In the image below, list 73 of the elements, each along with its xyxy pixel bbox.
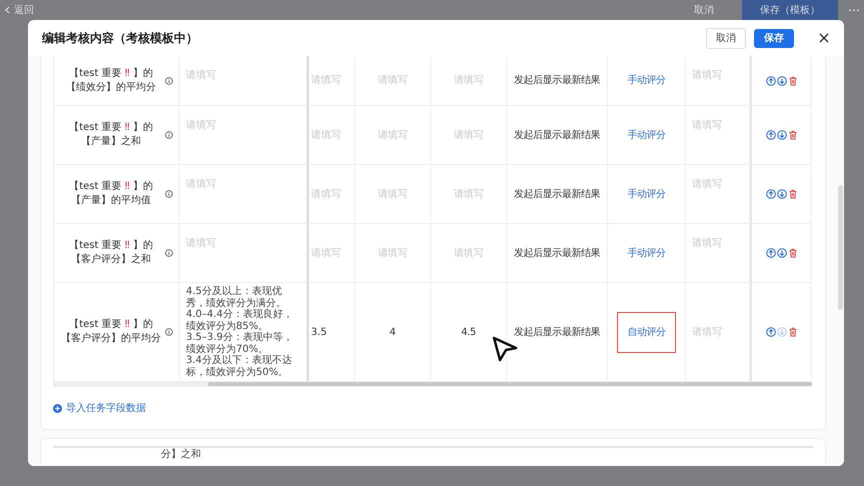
input-field[interactable]: 请填写	[692, 68, 722, 83]
save-button[interactable]: 保存	[754, 28, 794, 48]
item-name: 【test 重要 ‼ 】的【产量】的平均值	[68, 180, 154, 208]
table-cell-text: 3.5	[311, 326, 327, 340]
scoring-mode-link[interactable]: 手动评分	[617, 174, 676, 214]
input-field[interactable]: 请填写	[454, 246, 483, 260]
arrow-down-circle-icon[interactable]	[776, 130, 786, 140]
trash-icon[interactable]	[788, 327, 798, 337]
input-field[interactable]: 请填写	[186, 236, 216, 251]
chevron-left-icon	[4, 6, 12, 14]
input-field[interactable]: 请填写	[186, 118, 216, 133]
input-field[interactable]: 请填写	[311, 73, 341, 88]
back-link[interactable]: 返回	[4, 2, 34, 18]
table-cell-text: 发起后显示最新结果	[514, 128, 600, 142]
more-button[interactable]: ⋯	[848, 1, 860, 19]
info-icon[interactable]	[165, 131, 173, 139]
input-field[interactable]: 请填写	[454, 128, 483, 142]
table-cell-text: 发起后显示最新结果	[514, 246, 600, 260]
arrow-up-circle-icon[interactable]	[766, 248, 776, 258]
arrow-up-circle-icon[interactable]	[766, 76, 776, 86]
item-name: 【test 重要 ‼ 】的【产量】之和	[68, 121, 154, 149]
input-field[interactable]: 请填写	[378, 73, 407, 88]
input-field[interactable]: 请填写	[311, 246, 341, 260]
info-icon[interactable]	[165, 76, 173, 84]
table-cell-text: 发起后显示最新结果	[514, 74, 600, 88]
arrow-down-circle-icon[interactable]	[776, 248, 786, 258]
input-field[interactable]: 请填写	[692, 118, 722, 133]
input-field[interactable]: 请填写	[692, 177, 722, 192]
item-name: 【test 重要 ‼ 】的【客户评分】的平均分	[60, 318, 162, 346]
scoring-mode-link[interactable]: 手动评分	[617, 60, 676, 101]
info-icon[interactable]	[165, 249, 173, 257]
table-cell-text: 4	[390, 326, 396, 340]
trash-icon[interactable]	[788, 189, 798, 199]
input-field[interactable]: 请填写	[454, 186, 483, 202]
arrow-down-circle-icon[interactable]	[776, 76, 786, 86]
input-field[interactable]: 请填写	[378, 186, 407, 202]
close-button[interactable]	[818, 32, 830, 44]
table-cell-text: 发起后显示最新结果	[514, 326, 600, 340]
scoring-mode-link[interactable]: 手动评分	[617, 232, 676, 274]
dialog-title: 编辑考核内容（考核模板中）	[42, 30, 198, 47]
trash-icon[interactable]	[788, 76, 798, 86]
cancel-button[interactable]: 取消	[706, 28, 746, 48]
arrow-up-circle-icon[interactable]	[766, 327, 776, 337]
input-field[interactable]: 请填写	[186, 177, 216, 192]
trash-icon[interactable]	[788, 130, 798, 140]
trash-icon[interactable]	[788, 248, 798, 258]
arrow-up-circle-icon[interactable]	[766, 189, 776, 199]
save-template-button[interactable]: 保存（模板）	[742, 0, 838, 20]
scoring-standard-text: 4.5分及以上：表现优秀，绩效评分为满分。 4.0–4.4分：表现良好，绩效评分为85%。 3.5–3.9分：表现中等，绩效评分为70%。 3.4分及以下：表现不达标，绩效评分为50%。	[186, 286, 294, 378]
plus-circle-icon	[53, 404, 62, 413]
item-name: 【test 重要 ‼ 】的【绩效分】的平均分	[65, 66, 157, 94]
info-icon[interactable]	[165, 328, 173, 336]
input-field[interactable]: 请填写	[311, 128, 341, 142]
horizontal-scrollbar[interactable]	[53, 382, 812, 387]
input-field[interactable]: 请填写	[311, 186, 341, 202]
input-field[interactable]: 请填写	[186, 68, 216, 83]
import-link[interactable]: 导入任务字段数据	[53, 401, 825, 416]
scoring-mode-link[interactable]: 手动评分	[617, 114, 676, 156]
cancel-button[interactable]: 取消	[694, 2, 714, 18]
arrow-up-circle-icon[interactable]	[766, 130, 776, 140]
input-field[interactable]: 请填写	[692, 324, 722, 340]
table-cell-text: 发起后显示最新结果	[514, 188, 600, 202]
input-field[interactable]: 请填写	[378, 246, 407, 260]
input-field[interactable]: 请填写	[692, 236, 722, 251]
input-field[interactable]: 请填写	[378, 128, 407, 142]
highlighted-link[interactable]: 自动评分	[617, 312, 676, 352]
arrow-down-circle-icon[interactable]	[776, 189, 786, 199]
info-icon[interactable]	[165, 190, 173, 198]
vertical-scrollbar[interactable]	[838, 185, 843, 310]
input-field[interactable]: 请填写	[454, 73, 483, 88]
table-cell-text: 分】之和	[160, 448, 202, 461]
table-cell-text: 4.5	[461, 326, 476, 340]
item-name: 【test 重要 ‼ 】的【客户评分】之和	[68, 239, 154, 267]
